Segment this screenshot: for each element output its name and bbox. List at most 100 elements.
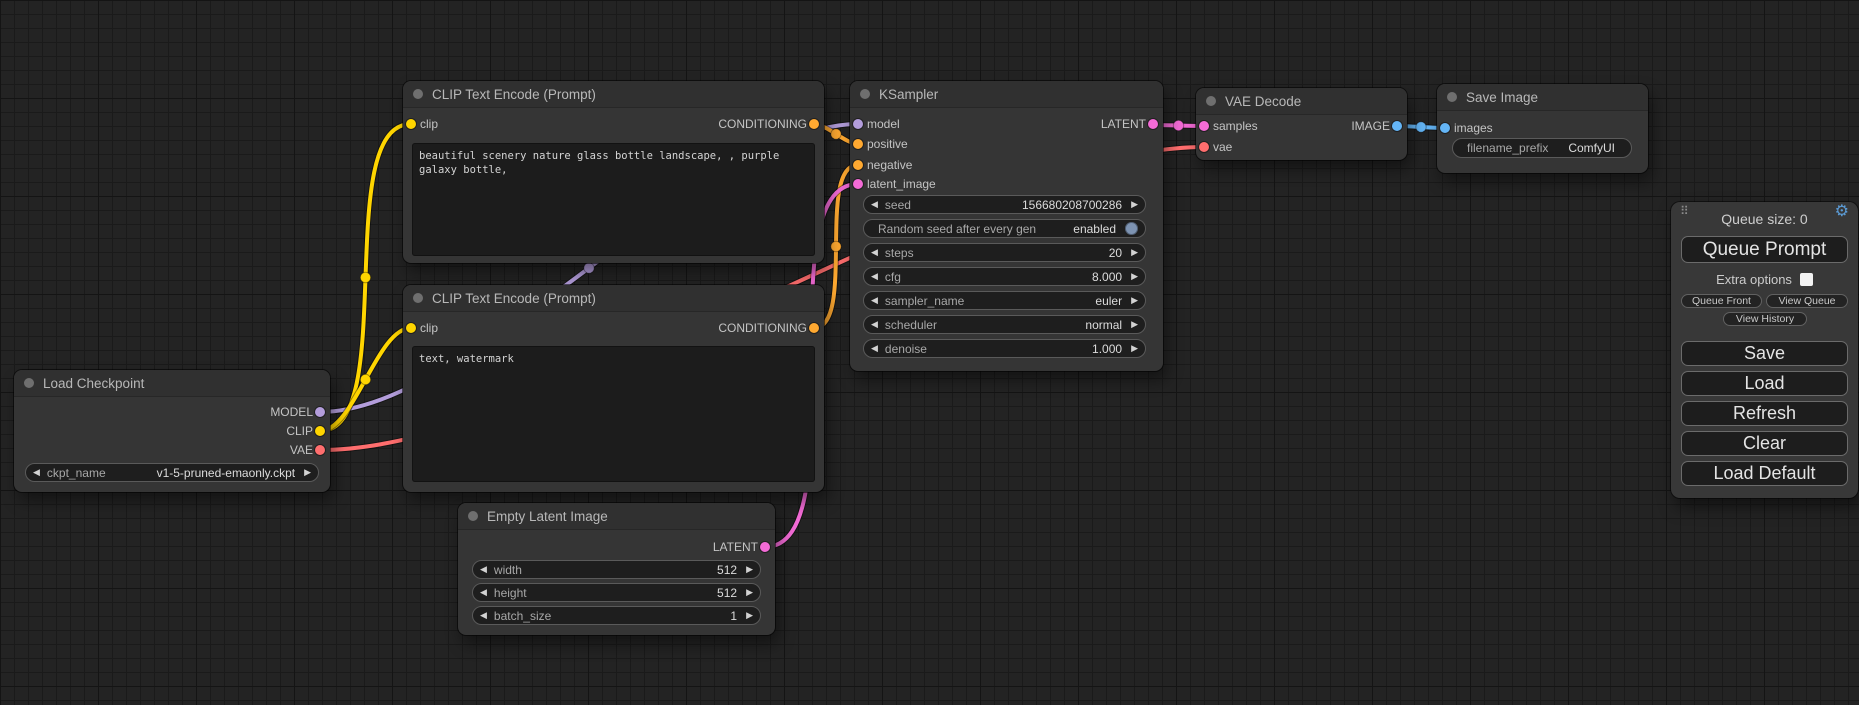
- output-port-vae[interactable]: [315, 445, 325, 455]
- input-port-samples[interactable]: [1199, 121, 1209, 131]
- node-title-bar[interactable]: Save Image: [1437, 84, 1648, 111]
- widget-denoise[interactable]: ◀ denoise 1.000 ▶: [863, 339, 1146, 358]
- input-port-latent-image[interactable]: [853, 179, 863, 189]
- save-button[interactable]: Save: [1681, 341, 1848, 366]
- widget-seed[interactable]: ◀ seed 156680208700286 ▶: [863, 195, 1146, 214]
- widget-batch-size[interactable]: ◀ batch_size 1 ▶: [472, 606, 761, 625]
- settings-gear-icon[interactable]: ⚙: [1835, 202, 1849, 222]
- collapse-dot-icon[interactable]: [1206, 96, 1216, 106]
- increment-arrow-icon[interactable]: ▶: [746, 565, 753, 574]
- collapse-dot-icon[interactable]: [413, 89, 423, 99]
- extra-options-checkbox[interactable]: [1800, 273, 1813, 286]
- node-clip-text-encode-negative[interactable]: CLIP Text Encode (Prompt) clip CONDITION…: [403, 285, 824, 492]
- widget-value: 1.000: [1092, 342, 1122, 356]
- view-queue-button[interactable]: View Queue: [1766, 294, 1848, 308]
- collapse-dot-icon[interactable]: [1447, 92, 1457, 102]
- output-port-latent[interactable]: [760, 542, 770, 552]
- widget-value: 1: [730, 609, 737, 623]
- prompt-textarea[interactable]: beautiful scenery nature glass bottle la…: [412, 143, 815, 256]
- view-history-button[interactable]: View History: [1723, 312, 1807, 326]
- input-port-positive[interactable]: [853, 139, 863, 149]
- refresh-button[interactable]: Refresh: [1681, 401, 1848, 426]
- widget-filename-prefix[interactable]: filename_prefix ComfyUI: [1452, 138, 1632, 158]
- input-port-negative[interactable]: [853, 160, 863, 170]
- decrement-arrow-icon[interactable]: ◀: [871, 296, 878, 305]
- decrement-arrow-icon[interactable]: ◀: [480, 588, 487, 597]
- increment-arrow-icon[interactable]: ▶: [1131, 320, 1138, 329]
- node-title-bar[interactable]: KSampler: [850, 81, 1163, 108]
- collapse-dot-icon[interactable]: [24, 378, 34, 388]
- queue-front-button[interactable]: Queue Front: [1681, 294, 1762, 308]
- widget-label: ckpt_name: [47, 466, 106, 480]
- widget-width[interactable]: ◀ width 512 ▶: [472, 560, 761, 579]
- increment-arrow-icon[interactable]: ▶: [1131, 344, 1138, 353]
- input-port-clip[interactable]: [406, 119, 416, 129]
- input-port-model[interactable]: [853, 119, 863, 129]
- queue-prompt-button[interactable]: Queue Prompt: [1681, 236, 1848, 263]
- prompt-textarea[interactable]: text, watermark: [412, 346, 815, 482]
- input-port-images[interactable]: [1440, 123, 1450, 133]
- output-port-model[interactable]: [315, 407, 325, 417]
- output-port-image[interactable]: [1392, 121, 1402, 131]
- widget-ckpt-name[interactable]: ◀ ckpt_name v1-5-pruned-emaonly.ckpt ▶: [25, 463, 319, 482]
- widget-scheduler[interactable]: ◀ scheduler normal ▶: [863, 315, 1146, 334]
- toggle-knob-icon[interactable]: [1125, 222, 1138, 235]
- increment-arrow-icon[interactable]: ▶: [746, 588, 753, 597]
- output-port-conditioning[interactable]: [809, 119, 819, 129]
- node-empty-latent-image[interactable]: Empty Latent Image LATENT ◀ width 512 ▶ …: [458, 503, 775, 635]
- increment-arrow-icon[interactable]: ▶: [1131, 248, 1138, 257]
- port-label: clip: [420, 117, 438, 131]
- port-row: clip CONDITIONING: [403, 114, 824, 134]
- node-save-image[interactable]: Save Image images filename_prefix ComfyU…: [1437, 84, 1648, 173]
- decrement-arrow-icon[interactable]: ◀: [871, 248, 878, 257]
- node-title-bar[interactable]: CLIP Text Encode (Prompt): [403, 285, 824, 312]
- node-title-bar[interactable]: Empty Latent Image: [458, 503, 775, 530]
- port-label: MODEL: [270, 405, 313, 419]
- port-row-model-latent: model LATENT: [850, 114, 1163, 134]
- decrement-arrow-icon[interactable]: ◀: [871, 344, 878, 353]
- port-label: vae: [1213, 140, 1232, 154]
- output-port-latent[interactable]: [1148, 119, 1158, 129]
- decrement-arrow-icon[interactable]: ◀: [480, 611, 487, 620]
- widget-sampler-name[interactable]: ◀ sampler_name euler ▶: [863, 291, 1146, 310]
- clear-button[interactable]: Clear: [1681, 431, 1848, 456]
- decrement-arrow-icon[interactable]: ◀: [33, 468, 40, 477]
- increment-arrow-icon[interactable]: ▶: [304, 468, 311, 477]
- increment-arrow-icon[interactable]: ▶: [1131, 200, 1138, 209]
- widget-value: 8.000: [1092, 270, 1122, 284]
- widget-label: scheduler: [885, 318, 937, 332]
- widget-value: euler: [1095, 294, 1122, 308]
- widget-value: 512: [717, 586, 737, 600]
- node-clip-text-encode-positive[interactable]: CLIP Text Encode (Prompt) clip CONDITION…: [403, 81, 824, 263]
- input-port-vae[interactable]: [1199, 142, 1209, 152]
- increment-arrow-icon[interactable]: ▶: [1131, 296, 1138, 305]
- widget-height[interactable]: ◀ height 512 ▶: [472, 583, 761, 602]
- output-port-conditioning[interactable]: [809, 323, 819, 333]
- load-button[interactable]: Load: [1681, 371, 1848, 396]
- collapse-dot-icon[interactable]: [860, 89, 870, 99]
- node-title-bar[interactable]: VAE Decode: [1196, 88, 1407, 115]
- widget-cfg[interactable]: ◀ cfg 8.000 ▶: [863, 267, 1146, 286]
- input-port-clip[interactable]: [406, 323, 416, 333]
- increment-arrow-icon[interactable]: ▶: [746, 611, 753, 620]
- widget-value: normal: [1085, 318, 1122, 332]
- node-title-bar[interactable]: CLIP Text Encode (Prompt): [403, 81, 824, 108]
- collapse-dot-icon[interactable]: [413, 293, 423, 303]
- decrement-arrow-icon[interactable]: ◀: [480, 565, 487, 574]
- widget-steps[interactable]: ◀ steps 20 ▶: [863, 243, 1146, 262]
- decrement-arrow-icon[interactable]: ◀: [871, 320, 878, 329]
- node-ksampler[interactable]: KSampler model LATENT positive negative …: [850, 81, 1163, 371]
- collapse-dot-icon[interactable]: [468, 511, 478, 521]
- load-default-button[interactable]: Load Default: [1681, 461, 1848, 486]
- input-row-positive: positive: [850, 134, 1163, 154]
- widget-label: filename_prefix: [1467, 141, 1548, 155]
- node-load-checkpoint[interactable]: Load Checkpoint MODEL CLIP VAE ◀ ckpt_na…: [14, 370, 330, 492]
- decrement-arrow-icon[interactable]: ◀: [871, 272, 878, 281]
- port-label: negative: [867, 158, 912, 172]
- widget-random-seed[interactable]: Random seed after every gen enabled: [863, 219, 1146, 238]
- increment-arrow-icon[interactable]: ▶: [1131, 272, 1138, 281]
- node-title-bar[interactable]: Load Checkpoint: [14, 370, 330, 397]
- decrement-arrow-icon[interactable]: ◀: [871, 200, 878, 209]
- node-vae-decode[interactable]: VAE Decode samples IMAGE vae: [1196, 88, 1407, 160]
- output-port-clip[interactable]: [315, 426, 325, 436]
